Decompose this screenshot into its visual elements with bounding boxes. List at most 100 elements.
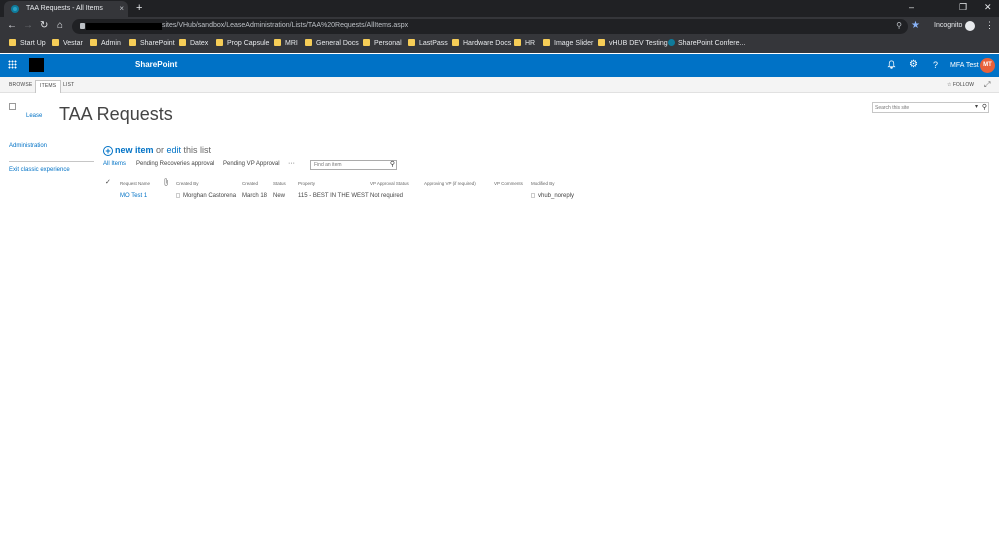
bookmark-vhub-dev-testing[interactable]: vHUB DEV Testing bbox=[598, 39, 668, 47]
col-status[interactable]: Status bbox=[273, 181, 286, 186]
bookmark-hr[interactable]: HR bbox=[514, 39, 535, 47]
focus-on-content-icon[interactable]: ⤢ bbox=[984, 80, 990, 90]
url-text: sites/VHub/sandbox/LeaseAdministration/L… bbox=[162, 22, 409, 29]
bookmark-star-icon[interactable]: ★ bbox=[911, 20, 920, 31]
col-modified-by[interactable]: Modified By bbox=[531, 181, 555, 186]
bookmark-sharepoint[interactable]: SharePoint bbox=[129, 39, 175, 47]
col-vp-comments[interactable]: VP Comments bbox=[494, 181, 523, 186]
view-pending-vp[interactable]: Pending VP Approval bbox=[223, 161, 280, 167]
edit-list-link[interactable]: edit bbox=[167, 145, 182, 155]
col-created-by[interactable]: Created By bbox=[176, 181, 199, 186]
tab-title: TAA Requests - All Items bbox=[26, 5, 103, 12]
folder-icon bbox=[363, 39, 370, 46]
quicklaunch-administration[interactable]: Administration bbox=[9, 143, 47, 149]
bookmark-datex[interactable]: Datex bbox=[179, 39, 208, 47]
bookmark-start-up[interactable]: Start Up bbox=[9, 39, 46, 47]
bookmarks-bar: Start Up Vestar Admin SharePoint Datex P… bbox=[0, 36, 999, 53]
col-property[interactable]: Property bbox=[298, 181, 315, 186]
bookmark-label: General Docs bbox=[316, 40, 359, 47]
search-placeholder: Search this site bbox=[875, 105, 910, 111]
restore-icon[interactable]: ❐ bbox=[959, 2, 967, 13]
more-views-icon[interactable]: ··· bbox=[288, 160, 295, 167]
bookmark-image-slider[interactable]: Image Slider bbox=[543, 39, 593, 47]
folder-icon bbox=[305, 39, 312, 46]
tab-close-icon[interactable]: × bbox=[119, 4, 124, 13]
search-site-input[interactable]: Search this site ▾ ⚲ bbox=[872, 102, 989, 113]
tab-list[interactable]: LIST bbox=[63, 82, 74, 88]
folder-icon bbox=[179, 39, 186, 46]
suite-bar: SharePoint ⚙ ? MFA Test MT bbox=[0, 54, 999, 77]
close-window-icon[interactable]: ✕ bbox=[984, 2, 992, 13]
add-icon[interactable]: + bbox=[103, 146, 113, 156]
folder-icon bbox=[52, 39, 59, 46]
bookmark-label: SharePoint bbox=[140, 40, 175, 47]
bell-icon[interactable] bbox=[887, 60, 896, 71]
bookmark-label: Admin bbox=[101, 40, 121, 47]
bookmark-label: Image Slider bbox=[554, 40, 594, 47]
redacted-logo bbox=[29, 58, 44, 72]
user-name[interactable]: MFA Test bbox=[950, 62, 979, 69]
new-tab-button[interactable]: + bbox=[136, 2, 142, 14]
site-logo-alt[interactable]: Lease bbox=[26, 113, 42, 119]
avatar[interactable]: MT bbox=[980, 58, 995, 73]
bookmark-lastpass[interactable]: LastPass bbox=[408, 39, 448, 47]
cell-request-name[interactable]: MO Test 1 bbox=[120, 193, 147, 199]
browser-menu-icon[interactable]: ⋮ bbox=[985, 20, 994, 31]
tab-browse[interactable]: BROWSE bbox=[9, 82, 32, 88]
bookmark-general-docs[interactable]: General Docs bbox=[305, 39, 359, 47]
suite-brand[interactable]: SharePoint bbox=[135, 60, 177, 69]
col-request-name[interactable]: Request Name bbox=[120, 181, 150, 186]
bookmark-label: Prop Capsule bbox=[227, 40, 270, 47]
cell-vp-approval-status: Not required bbox=[370, 193, 404, 199]
home-icon[interactable]: ⌂ bbox=[57, 20, 63, 31]
address-bar[interactable]: sites/VHub/sandbox/LeaseAdministration/L… bbox=[72, 19, 908, 34]
tab-items[interactable]: ITEMS bbox=[35, 80, 62, 93]
view-pending-recoveries[interactable]: Pending Recoveries approval bbox=[136, 161, 214, 167]
bookmark-personal[interactable]: Personal bbox=[363, 39, 402, 47]
profile-label: Incognito bbox=[934, 22, 963, 29]
this-list-text: this list bbox=[181, 145, 212, 155]
gear-icon[interactable]: ⚙ bbox=[909, 59, 918, 70]
back-icon[interactable]: ← bbox=[7, 20, 17, 31]
search-scope-dropdown-icon[interactable]: ▾ bbox=[975, 103, 978, 110]
folder-icon bbox=[274, 39, 281, 46]
find-search-icon[interactable]: ⚲ bbox=[390, 160, 395, 168]
bookmark-label: SharePoint Confere... bbox=[678, 40, 746, 47]
folder-icon bbox=[129, 39, 136, 46]
app-launcher-icon[interactable] bbox=[8, 60, 17, 69]
bookmark-label: vHUB DEV Testing bbox=[609, 40, 668, 47]
col-vp-approval-status[interactable]: VP Approval Status bbox=[370, 181, 409, 186]
incognito-icon[interactable] bbox=[965, 21, 975, 31]
bookmark-vestar[interactable]: Vestar bbox=[52, 39, 83, 47]
help-icon[interactable]: ? bbox=[933, 60, 938, 70]
minimize-icon[interactable]: – bbox=[909, 2, 914, 12]
select-all-check-icon[interactable]: ✓ bbox=[105, 178, 111, 186]
bookmark-sharepoint-conference[interactable]: SharePoint Confere... bbox=[668, 39, 745, 47]
view-all-items[interactable]: All Items bbox=[103, 161, 126, 167]
forward-icon[interactable]: → bbox=[23, 20, 33, 31]
quicklaunch-exit-classic[interactable]: Exit classic experience bbox=[9, 167, 70, 173]
bookmark-admin[interactable]: Admin bbox=[90, 39, 121, 47]
zoom-icon[interactable]: ⚲ bbox=[896, 21, 902, 30]
follow-button[interactable]: ☆ FOLLOW bbox=[947, 82, 974, 88]
col-approving-vp[interactable]: Approving VP (if required) bbox=[424, 181, 476, 186]
presence-icon bbox=[176, 193, 180, 198]
bookmark-prop-capsule[interactable]: Prop Capsule bbox=[216, 39, 269, 47]
browser-tab[interactable]: TAA Requests - All Items × bbox=[4, 1, 128, 17]
browser-toolbar: ← → ↻ ⌂ sites/VHub/sandbox/LeaseAdminist… bbox=[0, 17, 999, 36]
new-item-link[interactable]: new item bbox=[115, 145, 154, 155]
cell-modified-by[interactable]: vhub_noreply bbox=[531, 193, 574, 199]
cell-created-by[interactable]: Morghan Castorena bbox=[176, 193, 236, 199]
attachment-icon[interactable] bbox=[164, 178, 169, 188]
folder-icon bbox=[514, 39, 521, 46]
site-logo-image[interactable] bbox=[9, 103, 16, 110]
bookmark-label: Start Up bbox=[20, 40, 46, 47]
col-created[interactable]: Created bbox=[242, 181, 258, 186]
find-item-input[interactable]: Find an item ⚲ bbox=[310, 160, 397, 170]
bookmark-mri[interactable]: MRI bbox=[274, 39, 298, 47]
search-icon[interactable]: ⚲ bbox=[982, 103, 987, 111]
browser-tabstrip: TAA Requests - All Items × + – ❐ ✕ bbox=[0, 0, 999, 17]
bookmark-hardware-docs[interactable]: Hardware Docs bbox=[452, 39, 511, 47]
cell-property: 115 - BEST IN THE WEST bbox=[298, 193, 369, 199]
reload-icon[interactable]: ↻ bbox=[40, 20, 48, 31]
